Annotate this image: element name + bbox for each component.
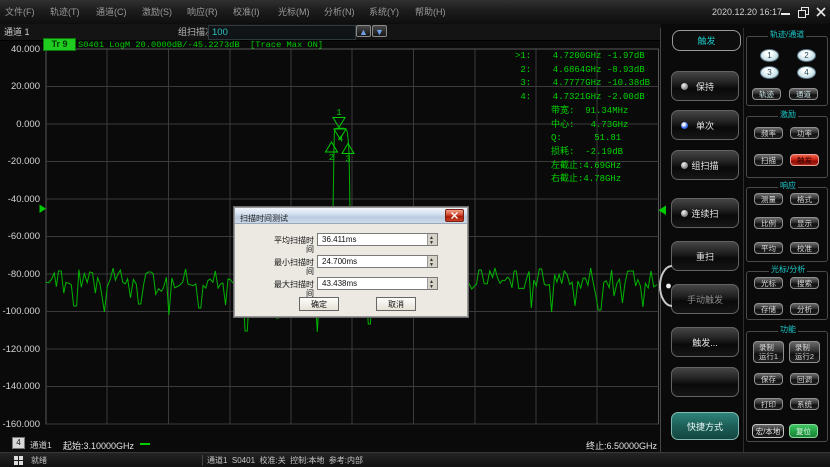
- svg-text:4: 4: [338, 135, 343, 145]
- svg-text:2: 2: [329, 153, 334, 163]
- svg-text:1: 1: [336, 108, 341, 118]
- svg-text:3: 3: [345, 155, 350, 165]
